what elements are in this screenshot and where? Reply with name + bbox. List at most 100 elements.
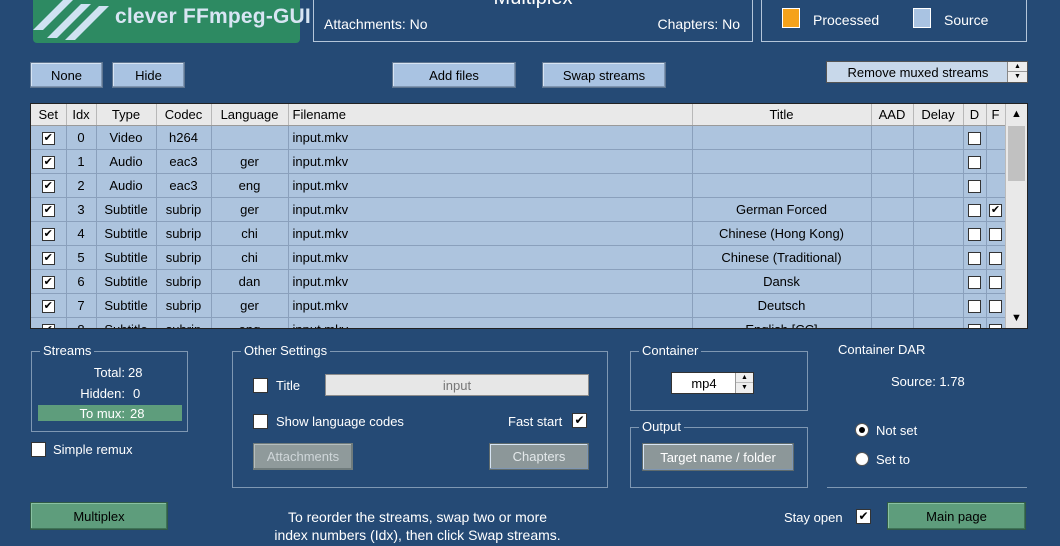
cell-idx[interactable]: 7 bbox=[66, 293, 97, 318]
cell-aad[interactable] bbox=[871, 173, 914, 198]
cell-language[interactable]: ger bbox=[211, 293, 289, 318]
cell-delay[interactable] bbox=[913, 149, 964, 174]
cell-aad[interactable] bbox=[871, 293, 914, 318]
scrollbar-thumb[interactable] bbox=[1008, 126, 1025, 181]
chevron-up-icon[interactable]: ▲ bbox=[736, 373, 753, 383]
cell-codec[interactable]: subrip bbox=[156, 293, 212, 318]
cell-codec[interactable]: eac3 bbox=[156, 173, 212, 198]
cell-codec[interactable]: subrip bbox=[156, 197, 212, 222]
cell-type[interactable]: Subtitle bbox=[96, 221, 157, 246]
table-row[interactable]: 3Subtitlesubripgerinput.mkvGerman Forced bbox=[31, 197, 1006, 222]
d-checkbox[interactable] bbox=[968, 131, 981, 145]
attachments-button[interactable]: Attachments bbox=[253, 443, 353, 470]
cell-filename[interactable]: input.mkv bbox=[288, 173, 693, 198]
cell-title[interactable] bbox=[692, 149, 872, 174]
stay-open-checkbox[interactable] bbox=[856, 509, 871, 524]
set-checkbox[interactable] bbox=[41, 131, 55, 145]
cell-title[interactable]: Chinese (Hong Kong) bbox=[692, 221, 872, 246]
cell-language[interactable]: ger bbox=[211, 197, 289, 222]
d-checkbox[interactable] bbox=[968, 227, 981, 241]
cell-title[interactable]: German Forced bbox=[692, 197, 872, 222]
f-checkbox[interactable] bbox=[989, 275, 1002, 289]
f-checkbox[interactable] bbox=[989, 203, 1002, 217]
column-header-language[interactable]: Language bbox=[211, 104, 289, 126]
cell-title[interactable] bbox=[692, 173, 872, 198]
cell-aad[interactable] bbox=[871, 197, 914, 222]
cell-idx[interactable]: 1 bbox=[66, 149, 97, 174]
cell-language[interactable]: dan bbox=[211, 269, 289, 294]
fast-start-checkbox[interactable] bbox=[572, 413, 587, 428]
f-checkbox[interactable] bbox=[989, 251, 1002, 265]
cell-codec[interactable]: h264 bbox=[156, 125, 212, 150]
cell-aad[interactable] bbox=[871, 125, 914, 150]
table-row[interactable]: 6Subtitlesubripdaninput.mkvDansk bbox=[31, 269, 1006, 294]
cell-codec[interactable]: subrip bbox=[156, 269, 212, 294]
cell-type[interactable]: Subtitle bbox=[96, 245, 157, 270]
hide-button[interactable]: Hide bbox=[112, 62, 185, 88]
cell-idx[interactable]: 8 bbox=[66, 317, 97, 328]
cell-type[interactable]: Subtitle bbox=[96, 269, 157, 294]
table-row[interactable]: 7Subtitlesubripgerinput.mkvDeutsch bbox=[31, 293, 1006, 318]
cell-idx[interactable]: 6 bbox=[66, 269, 97, 294]
container-select[interactable]: mp4 ▲ ▼ bbox=[671, 372, 754, 394]
column-header-title[interactable]: Title bbox=[692, 104, 872, 126]
cell-language[interactable]: chi bbox=[211, 245, 289, 270]
set-checkbox[interactable] bbox=[41, 155, 55, 169]
d-checkbox[interactable] bbox=[968, 299, 981, 313]
cell-idx[interactable]: 0 bbox=[66, 125, 97, 150]
cell-aad[interactable] bbox=[871, 245, 914, 270]
set-checkbox[interactable] bbox=[41, 203, 55, 217]
title-input[interactable]: input bbox=[325, 374, 589, 396]
set-checkbox[interactable] bbox=[41, 251, 55, 265]
cell-type[interactable]: Subtitle bbox=[96, 197, 157, 222]
cell-delay[interactable] bbox=[913, 197, 964, 222]
cell-language[interactable]: eng bbox=[211, 317, 289, 328]
target-name-folder-button[interactable]: Target name / folder bbox=[642, 443, 794, 471]
cell-filename[interactable]: input.mkv bbox=[288, 293, 693, 318]
cell-idx[interactable]: 5 bbox=[66, 245, 97, 270]
not-set-radio[interactable] bbox=[855, 423, 869, 437]
cell-type[interactable]: Video bbox=[96, 125, 157, 150]
d-checkbox[interactable] bbox=[968, 323, 981, 328]
table-row[interactable]: 4Subtitlesubripchiinput.mkvChinese (Hong… bbox=[31, 221, 1006, 246]
d-checkbox[interactable] bbox=[968, 203, 981, 217]
set-checkbox[interactable] bbox=[41, 275, 55, 289]
column-header-type[interactable]: Type bbox=[96, 104, 157, 126]
set-checkbox[interactable] bbox=[41, 299, 55, 313]
f-checkbox[interactable] bbox=[989, 227, 1002, 241]
cell-aad[interactable] bbox=[871, 317, 914, 328]
scroll-up-icon[interactable]: ▲ bbox=[1006, 104, 1027, 124]
d-checkbox[interactable] bbox=[968, 251, 981, 265]
cell-codec[interactable]: eac3 bbox=[156, 149, 212, 174]
remove-muxed-streams-stepper[interactable]: Remove muxed streams ▲ ▼ bbox=[826, 61, 1028, 83]
cell-codec[interactable]: subrip bbox=[156, 221, 212, 246]
main-page-button[interactable]: Main page bbox=[887, 502, 1026, 530]
title-checkbox[interactable] bbox=[253, 378, 268, 393]
column-header-idx[interactable]: Idx bbox=[66, 104, 97, 126]
table-row[interactable]: 8Subtitlesubripenginput.mkvEnglish [CC] bbox=[31, 317, 1006, 328]
cell-title[interactable]: Dansk bbox=[692, 269, 872, 294]
d-checkbox[interactable] bbox=[968, 155, 981, 169]
cell-language[interactable] bbox=[211, 125, 289, 150]
column-header-delay[interactable]: Delay bbox=[913, 104, 964, 126]
none-button[interactable]: None bbox=[30, 62, 103, 88]
cell-aad[interactable] bbox=[871, 149, 914, 174]
column-header-d[interactable]: D bbox=[963, 104, 987, 126]
f-checkbox[interactable] bbox=[989, 299, 1002, 313]
cell-type[interactable]: Audio bbox=[96, 149, 157, 174]
column-header-codec[interactable]: Codec bbox=[156, 104, 212, 126]
cell-delay[interactable] bbox=[913, 293, 964, 318]
cell-delay[interactable] bbox=[913, 125, 964, 150]
cell-filename[interactable]: input.mkv bbox=[288, 245, 693, 270]
cell-type[interactable]: Subtitle bbox=[96, 317, 157, 328]
multiplex-button[interactable]: Multiplex bbox=[30, 502, 168, 530]
cell-delay[interactable] bbox=[913, 269, 964, 294]
table-row[interactable]: 5Subtitlesubripchiinput.mkvChinese (Trad… bbox=[31, 245, 1006, 270]
cell-type[interactable]: Subtitle bbox=[96, 293, 157, 318]
column-header-set[interactable]: Set bbox=[31, 104, 67, 126]
set-checkbox[interactable] bbox=[41, 179, 55, 193]
scroll-down-icon[interactable]: ▼ bbox=[1006, 308, 1027, 328]
cell-filename[interactable]: input.mkv bbox=[288, 149, 693, 174]
table-row[interactable]: 2Audioeac3enginput.mkv bbox=[31, 173, 1006, 198]
cell-codec[interactable]: subrip bbox=[156, 245, 212, 270]
